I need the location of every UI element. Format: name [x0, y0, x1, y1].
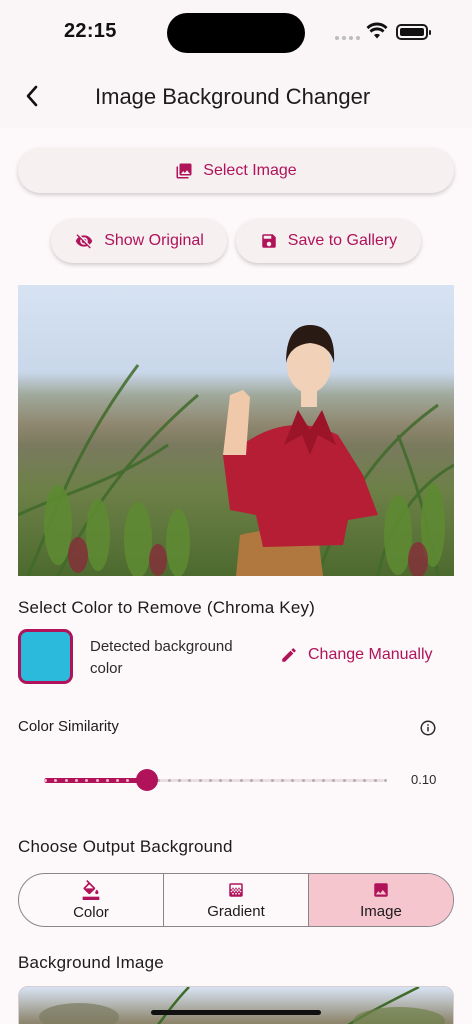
slider-tick [291, 779, 294, 782]
segment-color[interactable]: Color [19, 874, 164, 926]
dynamic-island [167, 13, 305, 53]
save-to-gallery-button[interactable]: Save to Gallery [236, 219, 421, 263]
show-original-button[interactable]: Show Original [51, 219, 227, 263]
slider-tick [281, 779, 284, 782]
slider-tick [188, 779, 191, 782]
color-similarity-slider[interactable] [44, 768, 387, 792]
slider-tick [322, 779, 325, 782]
app-bar: Image Background Changer [0, 64, 472, 128]
slider-tick [178, 779, 181, 782]
slider-tick [229, 779, 232, 782]
color-similarity-label: Color Similarity [18, 718, 119, 735]
image-preview [18, 285, 454, 576]
photo-library-icon [176, 163, 192, 178]
status-time: 22:15 [64, 20, 117, 42]
slider-tick [199, 779, 202, 782]
slider-tick [116, 779, 119, 782]
slider-tick [106, 779, 109, 782]
segment-gradient-label: Gradient [207, 902, 265, 920]
segment-gradient[interactable]: Gradient [164, 874, 309, 926]
wifi-icon [366, 22, 388, 45]
slider-tick [126, 779, 129, 782]
select-image-button[interactable]: Select Image [18, 148, 454, 193]
slider-tick [240, 779, 243, 782]
slider-tick [343, 779, 346, 782]
slider-tick [260, 779, 263, 782]
slider-tick [209, 779, 212, 782]
battery-icon [396, 24, 431, 40]
segment-image-label: Image [360, 902, 402, 920]
slider-thumb[interactable] [136, 769, 158, 791]
slider-tick [219, 779, 222, 782]
show-original-label: Show Original [104, 232, 204, 249]
save-icon [262, 234, 276, 248]
slider-tick [65, 779, 68, 782]
slider-tick [332, 779, 335, 782]
back-button[interactable] [18, 82, 46, 110]
detected-background-label: Detected background color [90, 638, 233, 677]
slider-tick [271, 779, 274, 782]
change-manually-label: Change Manually [308, 646, 433, 663]
similarity-value: 0.10 [411, 772, 437, 787]
output-background-heading: Choose Output Background [18, 837, 233, 856]
home-indicator [151, 1010, 321, 1015]
slider-tick [363, 779, 366, 782]
slider-tick [75, 779, 78, 782]
slider-tick [44, 779, 47, 782]
image-icon [374, 882, 388, 897]
segment-color-label: Color [73, 903, 109, 921]
slider-tick [312, 779, 315, 782]
page-title: Image Background Changer [95, 84, 371, 109]
slider-tick [85, 779, 88, 782]
signal-icon [335, 36, 360, 40]
preview-photo [18, 325, 454, 576]
person-figure [223, 325, 378, 576]
change-manually-button[interactable]: Change Manually [280, 646, 433, 664]
slider-tick [302, 779, 305, 782]
chevron-left-icon [26, 85, 38, 107]
segment-image[interactable]: Image [309, 874, 453, 926]
slider-tick [168, 779, 171, 782]
background-image-preview[interactable] [18, 986, 454, 1024]
slider-tick [54, 779, 57, 782]
slider-tick [96, 779, 99, 782]
info-icon[interactable] [419, 719, 437, 742]
detected-color-swatch[interactable] [18, 629, 73, 684]
select-image-label: Select Image [203, 161, 297, 179]
chroma-key-heading: Select Color to Remove (Chroma Key) [18, 598, 316, 617]
output-background-selector: Color Gradient Image [18, 873, 454, 927]
slider-tick [374, 779, 377, 782]
edit-icon [282, 648, 296, 662]
slider-tick [353, 779, 356, 782]
slider-tick [384, 779, 387, 782]
gradient-icon [229, 882, 243, 897]
status-bar: 22:15 [0, 0, 472, 64]
slider-tick [250, 779, 253, 782]
save-to-gallery-label: Save to Gallery [287, 232, 398, 249]
background-image-heading: Background Image [18, 953, 164, 972]
format-color-fill-icon [82, 879, 100, 900]
slider-inactive-track [147, 779, 384, 782]
visibility-off-icon [75, 234, 93, 249]
